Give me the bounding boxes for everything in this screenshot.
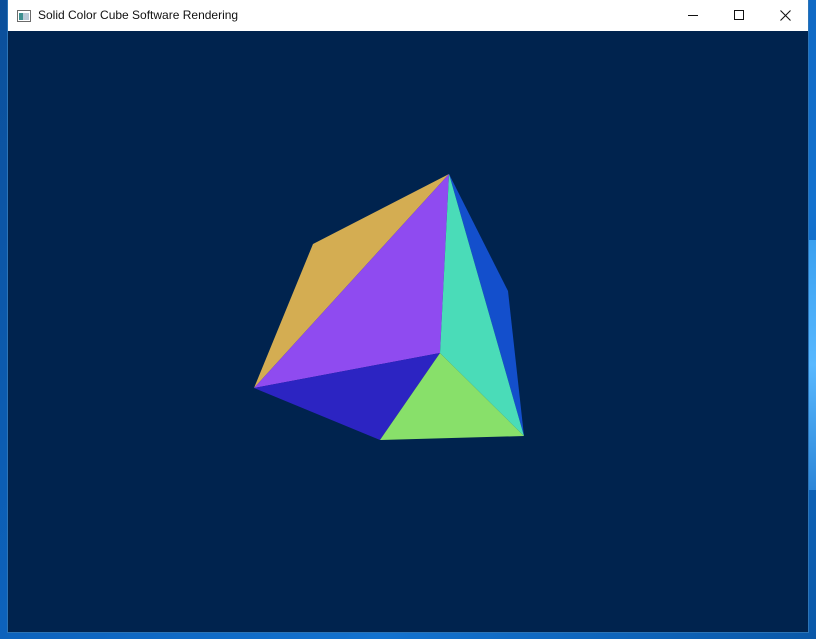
app-window: Solid Color Cube Software Rendering [8,0,808,632]
cube-render [254,174,524,440]
minimize-icon [688,15,698,16]
window-title: Solid Color Cube Software Rendering [38,8,239,22]
close-icon [780,10,791,21]
render-canvas[interactable] [8,31,808,632]
maximize-icon [734,10,744,20]
title-bar[interactable]: Solid Color Cube Software Rendering [8,0,808,31]
cube-face-purple [254,174,449,388]
desktop-highlight [808,240,816,490]
window-app-icon [17,9,31,22]
close-button[interactable] [762,0,808,31]
maximize-button[interactable] [716,0,762,31]
minimize-button[interactable] [670,0,716,31]
